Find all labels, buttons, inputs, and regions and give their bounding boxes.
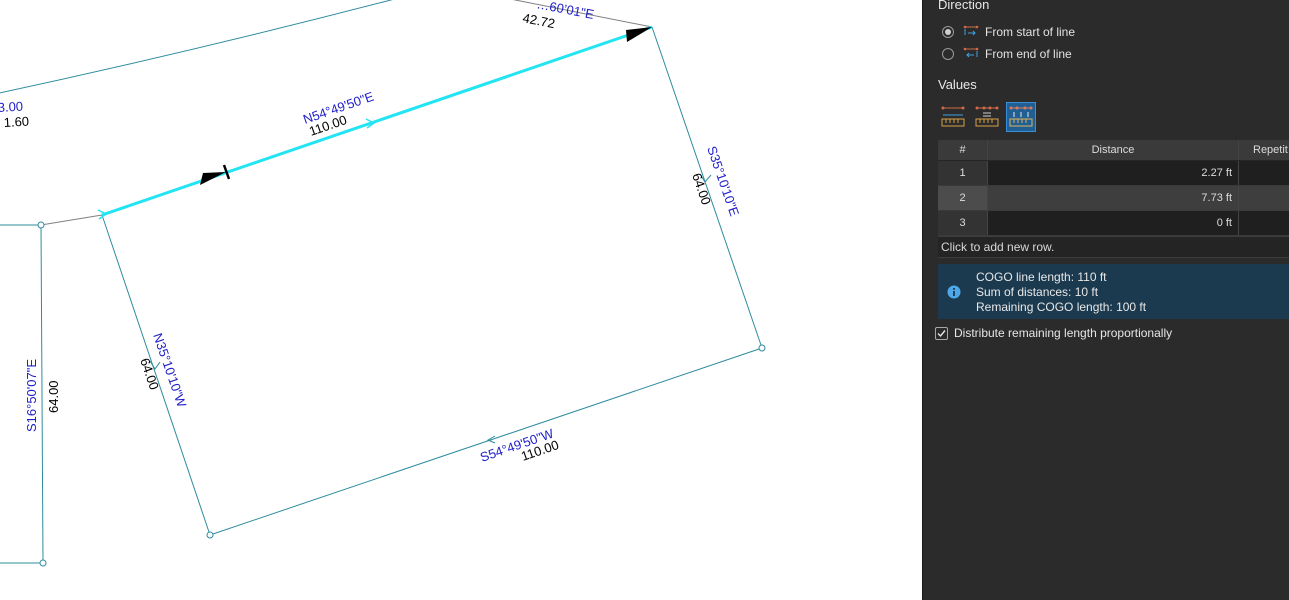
arc-distance-label: 1.60 — [3, 114, 29, 130]
column-header-distance[interactable]: Distance — [988, 140, 1239, 160]
far-left-line[interactable] — [40, 224, 44, 564]
multiple-distances-ruler-icon — [1008, 103, 1034, 132]
bottom-line[interactable] — [209, 347, 763, 536]
column-header-repetitions[interactable]: Repetit — [1239, 140, 1289, 160]
right-bearing-label: S35°10'10"E — [704, 144, 742, 218]
add-new-row-button[interactable]: Click to add new row. — [938, 236, 1289, 258]
from-start-radio[interactable] — [942, 26, 954, 38]
multiple-distances-mode-button[interactable] — [1006, 102, 1036, 132]
add-new-row-label: Click to add new row. — [941, 240, 1055, 254]
end-arrow-icon — [626, 27, 652, 42]
vertex-far-left-bottom[interactable] — [39, 559, 47, 567]
cogo-line-length-text: COGO line length: 110 ft — [976, 270, 1107, 284]
from-start-icon — [963, 25, 979, 40]
arc-bearing-label: 3.00 — [0, 99, 23, 115]
vertex-far-left-top[interactable] — [37, 221, 45, 229]
parcel-drawing[interactable]: …60’01"E 42.72 N54°49'50"E 110.00 S35°10… — [0, 0, 922, 600]
from-end-radio[interactable] — [942, 48, 954, 60]
distance-mode-button[interactable] — [938, 102, 968, 132]
table-row[interactable]: 1 2.27 ft — [938, 161, 1289, 186]
remaining-length-text: Remaining COGO length: 100 ft — [976, 300, 1147, 314]
panel-splitter[interactable] — [922, 0, 929, 600]
from-end-icon — [963, 47, 979, 62]
map-view[interactable]: …60’01"E 42.72 N54°49'50"E 110.00 S35°10… — [0, 0, 922, 600]
far-left-bearing-label: S16°50'07"E — [24, 359, 39, 432]
sum-of-distances-text: Sum of distances: 10 ft — [976, 285, 1099, 299]
distribute-checkbox[interactable] — [935, 326, 948, 340]
column-header-index[interactable]: # — [938, 140, 988, 160]
checkmark-icon — [937, 329, 946, 337]
direction-from-start-option[interactable]: From start of line — [942, 24, 1075, 40]
vertex-bottom-left[interactable] — [206, 531, 214, 539]
arc-line[interactable] — [0, 0, 410, 95]
info-message-box: COGO line length: 110 ft Sum of distance… — [938, 264, 1289, 319]
equal-split-mode-button[interactable] — [972, 102, 1002, 132]
row-repetitions-cell[interactable] — [1239, 161, 1289, 185]
app-window: …60’01"E 42.72 N54°49'50"E 110.00 S35°10… — [0, 0, 1289, 600]
distance-ruler-icon — [940, 103, 966, 132]
row-repetitions-cell[interactable] — [1239, 211, 1289, 235]
equal-split-ruler-icon — [974, 103, 1000, 132]
direction-title: Direction — [938, 0, 990, 12]
row-distance-cell[interactable]: 7.73 ft — [988, 186, 1239, 210]
row-index-cell[interactable]: 3 — [938, 211, 988, 235]
table-row[interactable]: 3 0 ft — [938, 211, 1289, 236]
row-repetitions-cell[interactable] — [1239, 186, 1289, 210]
vertex-right-bottom[interactable] — [758, 344, 766, 352]
row-distance-cell[interactable]: 2.27 ft — [988, 161, 1239, 185]
connector-line[interactable] — [40, 214, 103, 226]
row-distance-cell[interactable]: 0 ft — [988, 211, 1239, 235]
from-end-label: From end of line — [985, 47, 1072, 61]
info-text: COGO line length: 110 ft Sum of distance… — [976, 270, 1146, 315]
far-left-distance-label: 64.00 — [46, 380, 61, 413]
distribute-proportionally-option[interactable]: Distribute remaining length proportional… — [935, 325, 1172, 341]
values-title: Values — [938, 77, 977, 92]
values-mode-toolbar — [938, 102, 1040, 132]
direction-from-end-option[interactable]: From end of line — [942, 46, 1072, 62]
cogo-split-panel: Direction From start of line From end of… — [929, 0, 1289, 600]
from-start-label: From start of line — [985, 25, 1076, 39]
table-row[interactable]: 2 7.73 ft — [938, 186, 1289, 211]
distribute-label: Distribute remaining length proportional… — [954, 326, 1173, 340]
table-header-row: # Distance Repetit — [938, 140, 1289, 161]
row-index-cell[interactable]: 2 — [938, 186, 988, 210]
distance-table: # Distance Repetit 1 2.27 ft 2 7.73 ft 3… — [938, 140, 1289, 236]
row-index-cell[interactable]: 1 — [938, 161, 988, 185]
left-distance-label: 64.00 — [137, 356, 162, 392]
split-arrow-icon — [200, 172, 226, 185]
selected-cogo-line[interactable] — [101, 25, 653, 217]
info-icon — [947, 285, 961, 302]
